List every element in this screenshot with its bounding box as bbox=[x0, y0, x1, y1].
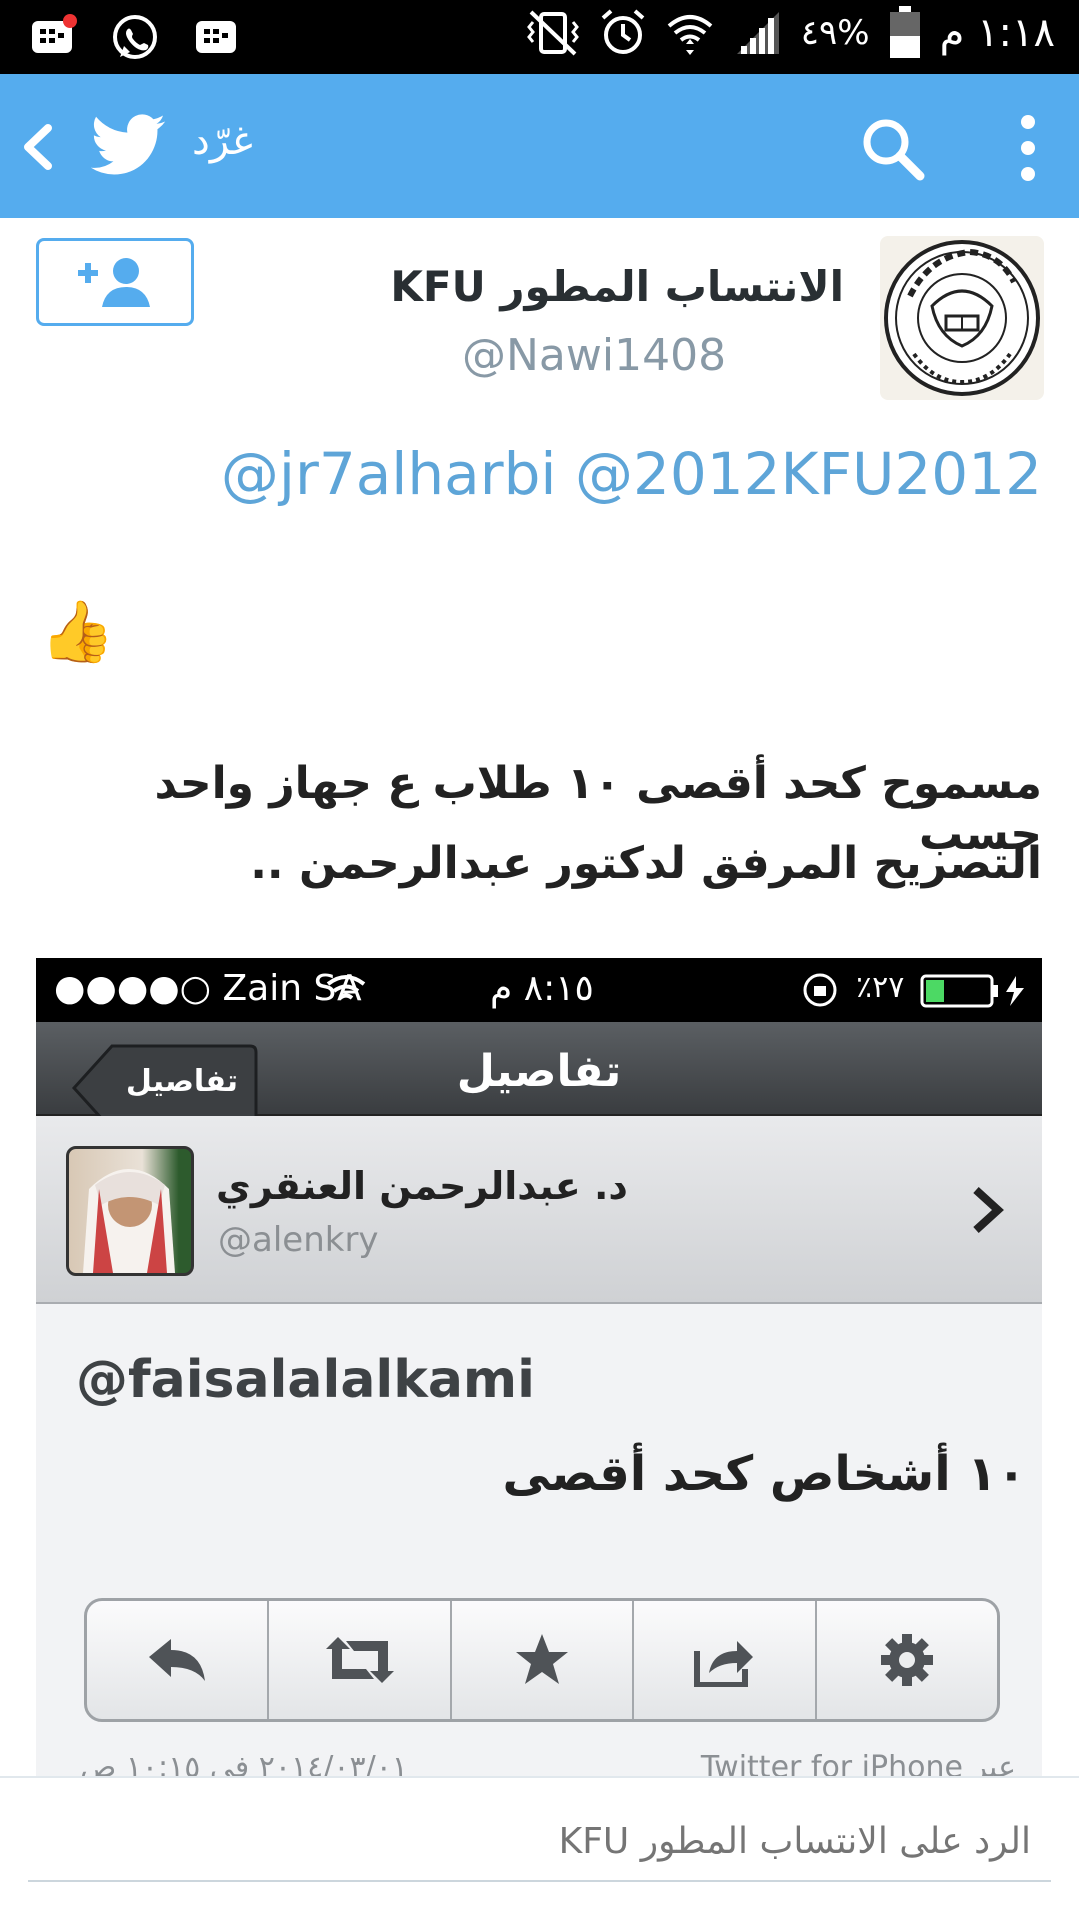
ios-settings-button[interactable] bbox=[814, 1601, 997, 1719]
signal-icon bbox=[736, 12, 779, 54]
battery-icon bbox=[889, 6, 920, 58]
back-chevron-icon[interactable] bbox=[18, 122, 58, 172]
ios-nav-title: تفاصيل bbox=[456, 1046, 622, 1097]
search-icon[interactable] bbox=[860, 116, 926, 182]
ios-favorite-button[interactable] bbox=[449, 1601, 632, 1719]
compose-tweet-label[interactable]: غرّد bbox=[192, 118, 253, 164]
ios-profile-avatar bbox=[66, 1146, 194, 1276]
ios-profile-row[interactable]: د. عبدالرحمن العنقري @alenkry bbox=[36, 1116, 1042, 1304]
ios-chevron-right-icon bbox=[973, 1187, 1004, 1233]
app-bar: غرّد bbox=[0, 74, 1079, 218]
ios-battery-icon bbox=[920, 974, 1024, 1008]
ios-tweet-actions bbox=[84, 1598, 1000, 1722]
battery-percent: ٤٩% bbox=[800, 13, 870, 53]
ios-retweet-button[interactable] bbox=[267, 1601, 449, 1719]
whatsapp-icon bbox=[113, 15, 157, 59]
overflow-menu-icon[interactable] bbox=[1018, 114, 1038, 182]
bbm-notification-icon bbox=[32, 14, 77, 53]
ios-tweet-text: ١٠ أشخاص كحد أقصى bbox=[502, 1446, 1026, 1502]
ios-navigation-bar: تفاصيل تفاصيل bbox=[36, 1022, 1042, 1132]
ios-tweet-timestamp: ٢٠١٤/٠٣/٠١ في ١٠:١٥ ص bbox=[80, 1750, 408, 1776]
share-icon bbox=[694, 1641, 754, 1687]
author-avatar[interactable] bbox=[880, 236, 1044, 400]
kfu-seal-logo bbox=[884, 240, 1040, 396]
ios-battery-percent: ٪٢٧ bbox=[856, 970, 905, 1005]
status-bar: ٤٩% ١:١٨ م bbox=[0, 0, 1079, 74]
ios-wifi-icon bbox=[326, 975, 366, 1000]
ios-share-button[interactable] bbox=[632, 1601, 814, 1719]
ios-rotation-lock-icon bbox=[803, 973, 837, 1007]
ios-tweet-mention: @faisalalalkami bbox=[76, 1350, 535, 1410]
reply-icon bbox=[149, 1639, 206, 1681]
author-display-name[interactable]: الانتساب المطور KFU bbox=[380, 262, 844, 311]
reply-input[interactable] bbox=[28, 1802, 1051, 1882]
ios-status-bar: ●●●●○ Zain SA ٨:١٥ م ٪٢٧ bbox=[36, 958, 1042, 1022]
vibrate-mute-icon bbox=[526, 10, 579, 56]
alarm-icon bbox=[601, 9, 645, 54]
star-icon bbox=[516, 1634, 569, 1684]
thumbs-up-emoji: 👍 bbox=[40, 597, 115, 667]
tweet-text-line-2: التصريح المرفق لدكتور عبدالرحمن .. bbox=[250, 838, 1042, 889]
bbm-icon bbox=[196, 21, 236, 53]
add-user-icon bbox=[78, 258, 150, 307]
ios-tweet-source: عبر Twitter for iPhone bbox=[700, 1750, 1016, 1776]
reply-bar bbox=[0, 1776, 1079, 1920]
ios-carrier: ●●●●○ Zain SA bbox=[54, 968, 362, 1009]
ios-reply-button[interactable] bbox=[87, 1601, 267, 1719]
ios-profile-handle: @alenkry bbox=[218, 1220, 379, 1260]
attached-photo[interactable]: ●●●●○ Zain SA ٨:١٥ م ٪٢٧ تفاصيل تفاصيل د… bbox=[36, 958, 1042, 1776]
tweet-mentions[interactable]: @jr7alharbi @2012KFU2012 bbox=[36, 440, 1042, 508]
ios-clock: ٨:١٥ م bbox=[490, 968, 594, 1009]
retweet-icon bbox=[325, 1637, 394, 1683]
gear-icon bbox=[880, 1634, 933, 1686]
author-handle[interactable]: @Nawi1408 bbox=[462, 330, 726, 381]
clock: ١:١٨ م bbox=[939, 10, 1055, 56]
wifi-icon bbox=[667, 15, 713, 55]
follow-button[interactable] bbox=[36, 238, 194, 326]
twitter-bird-icon bbox=[90, 114, 166, 175]
ios-profile-name: د. عبدالرحمن العنقري bbox=[216, 1164, 628, 1208]
